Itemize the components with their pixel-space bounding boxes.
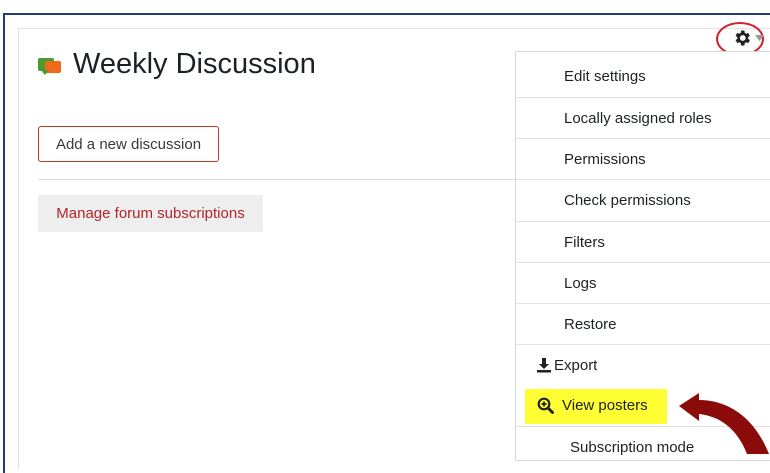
menu-item-locally-assigned-roles[interactable]: Locally assigned roles [516, 97, 770, 138]
menu-item-restore[interactable]: Restore [516, 303, 770, 344]
menu-item-check-permissions[interactable]: Check permissions [516, 179, 770, 220]
menu-item-view-posters[interactable]: View posters [537, 397, 648, 414]
gear-icon [735, 30, 750, 46]
caret-down-icon [755, 35, 764, 41]
divider [38, 179, 515, 180]
zoom-in-icon [537, 397, 554, 414]
menu-item-export[interactable]: Export [516, 344, 770, 385]
menu-item-edit-settings[interactable]: Edit settings [516, 56, 770, 97]
manage-subscriptions-button[interactable]: Manage forum subscriptions [38, 195, 263, 232]
add-discussion-button[interactable]: Add a new discussion [38, 126, 219, 162]
menu-item-filters[interactable]: Filters [516, 221, 770, 262]
forum-icon [38, 55, 62, 75]
download-icon [537, 358, 551, 373]
menu-item-permissions[interactable]: Permissions [516, 138, 770, 179]
curved-arrow-icon [679, 393, 769, 454]
page-header: Weekly Discussion [38, 48, 316, 81]
menu-item-logs[interactable]: Logs [516, 262, 770, 303]
page-title: Weekly Discussion [73, 48, 316, 80]
